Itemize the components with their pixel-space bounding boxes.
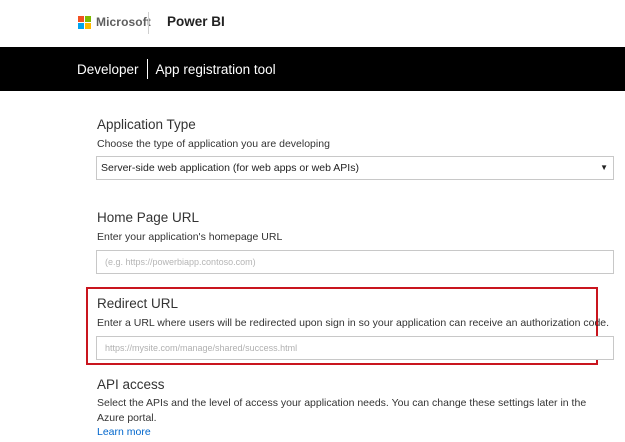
logo-square-red: [78, 15, 84, 22]
brand-name: Microsoft: [96, 15, 151, 29]
application-type-selected-value: Server-side web application (for web app…: [101, 162, 359, 174]
microsoft-logo-icon: [78, 15, 91, 29]
top-header: Microsoft Power BI: [0, 0, 625, 47]
subheader-separator: [146, 59, 148, 79]
microsoft-logo[interactable]: Microsoft: [78, 15, 151, 29]
product-name[interactable]: Power BI: [167, 14, 225, 29]
api-access-title: API access: [97, 377, 165, 392]
application-type-select[interactable]: Server-side web application (for web app…: [96, 156, 614, 180]
developer-link[interactable]: Developer: [77, 62, 139, 77]
home-page-url-input[interactable]: [96, 250, 614, 274]
logo-square-yellow: [85, 22, 91, 29]
logo-square-green: [85, 15, 91, 22]
redirect-url-title: Redirect URL: [97, 296, 179, 311]
header-divider: [148, 12, 149, 34]
logo-square-blue: [78, 22, 84, 29]
redirect-url-description: Enter a URL where users will be redirect…: [97, 317, 610, 329]
home-page-url-title: Home Page URL: [97, 210, 200, 225]
api-access-description: Select the APIs and the level of access …: [97, 397, 587, 424]
home-page-url-description: Enter your application's homepage URL: [97, 231, 283, 243]
dropdown-arrow-icon: ▼: [600, 163, 608, 172]
application-type-description: Choose the type of application you are d…: [97, 138, 330, 150]
tool-title: App registration tool: [155, 61, 276, 77]
learn-more-link[interactable]: Learn more: [97, 426, 151, 438]
sub-header-bar: Developer App registration tool: [0, 47, 625, 91]
application-type-title: Application Type: [97, 117, 196, 132]
redirect-url-input[interactable]: [96, 336, 614, 360]
